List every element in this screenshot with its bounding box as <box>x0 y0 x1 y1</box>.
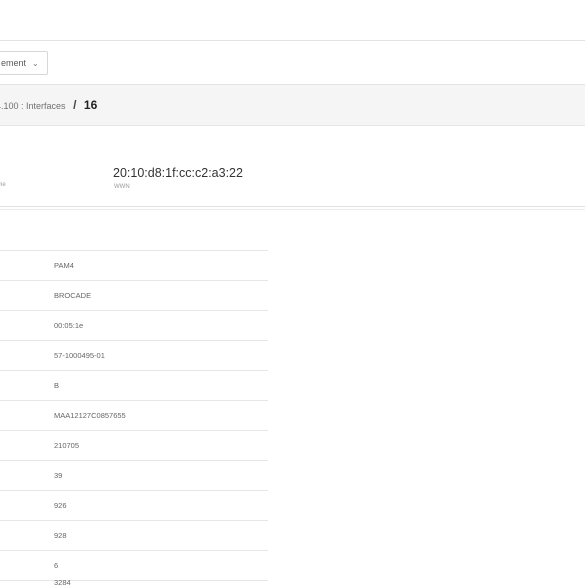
table-cell-value: 210705 <box>54 441 80 450</box>
toolbar: ement ⌄ <box>0 41 585 85</box>
wwn-value: 20:10:d8:1f:cc:c2:a3:22 <box>113 166 243 180</box>
table-cell-value: 39 <box>54 471 63 480</box>
table-row: MAA12127C0857655 <box>0 401 268 431</box>
table-row: 57-1000495-01 <box>0 341 268 371</box>
wwn-label: WWN <box>114 184 130 190</box>
breadcrumb-bar: 4.100 : Interfaces / 16 <box>0 85 585 126</box>
table-cell-value: 928 <box>54 531 67 540</box>
table-cell-value: 926 <box>54 501 67 510</box>
table-row: B <box>0 371 268 401</box>
interface-info-panel: ame 20:10:d8:1f:cc:c2:a3:22 WWN <box>0 126 585 207</box>
table-cell-value-partial: 3284 <box>54 578 71 587</box>
table-cell-value: B <box>54 381 60 390</box>
table-cell-value: 6 <box>54 561 59 570</box>
chevron-down-icon: ⌄ <box>32 59 39 68</box>
breadcrumb: 4.100 : Interfaces / 16 <box>0 98 97 112</box>
table-row: PAM4 <box>0 251 268 281</box>
top-bar <box>0 0 585 41</box>
section-divider <box>0 209 585 210</box>
table-cell-value: 57-1000495-01 <box>54 351 105 360</box>
breadcrumb-separator: / <box>73 98 77 112</box>
table-row: 210705 <box>0 431 268 461</box>
table-cell-value: PAM4 <box>54 261 74 270</box>
management-dropdown-label: ement <box>1 58 27 68</box>
table-row: BROCADE <box>0 281 268 311</box>
table-cell-value: 00:05:1e <box>54 321 84 330</box>
table-row: 39 <box>0 461 268 491</box>
table-row: 926 <box>0 491 268 521</box>
management-dropdown-button[interactable]: ement ⌄ <box>0 51 48 75</box>
name-label: ame <box>0 182 6 188</box>
table-row: 6 <box>0 551 268 581</box>
properties-table: PAM4 BROCADE 00:05:1e 57-1000495-01 B MA… <box>0 250 268 581</box>
table-row: 928 <box>0 521 268 551</box>
table-cell-value: BROCADE <box>54 291 92 300</box>
breadcrumb-path[interactable]: 4.100 : Interfaces <box>0 101 66 111</box>
table-cell-value: MAA12127C0857655 <box>54 411 126 420</box>
table-row: 00:05:1e <box>0 311 268 341</box>
breadcrumb-current: 16 <box>83 98 98 112</box>
